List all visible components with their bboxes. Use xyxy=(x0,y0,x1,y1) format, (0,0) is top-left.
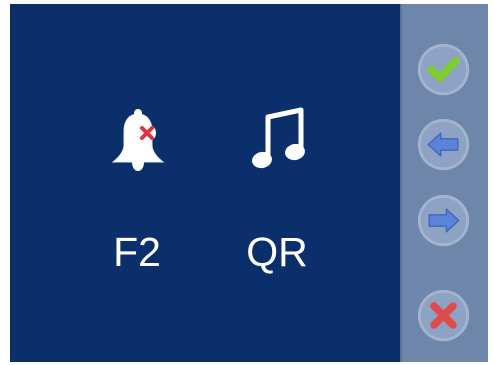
music-note-icon[interactable] xyxy=(238,100,318,180)
arrow-left-icon xyxy=(417,118,470,171)
label-f2: F2 xyxy=(113,229,161,275)
checkmark-icon xyxy=(417,43,470,96)
device-screen: F2 QR xyxy=(10,4,488,362)
main-panel: F2 QR xyxy=(10,4,400,362)
confirm-button[interactable] xyxy=(415,41,472,98)
cancel-button[interactable] xyxy=(415,287,472,344)
next-button[interactable] xyxy=(415,192,472,249)
arrow-right-icon xyxy=(417,194,470,247)
bell-mute-icon[interactable] xyxy=(98,102,178,182)
previous-button[interactable] xyxy=(415,116,472,173)
close-icon xyxy=(417,289,470,342)
sidebar-divider xyxy=(400,4,402,362)
label-qr: QR xyxy=(246,229,308,275)
